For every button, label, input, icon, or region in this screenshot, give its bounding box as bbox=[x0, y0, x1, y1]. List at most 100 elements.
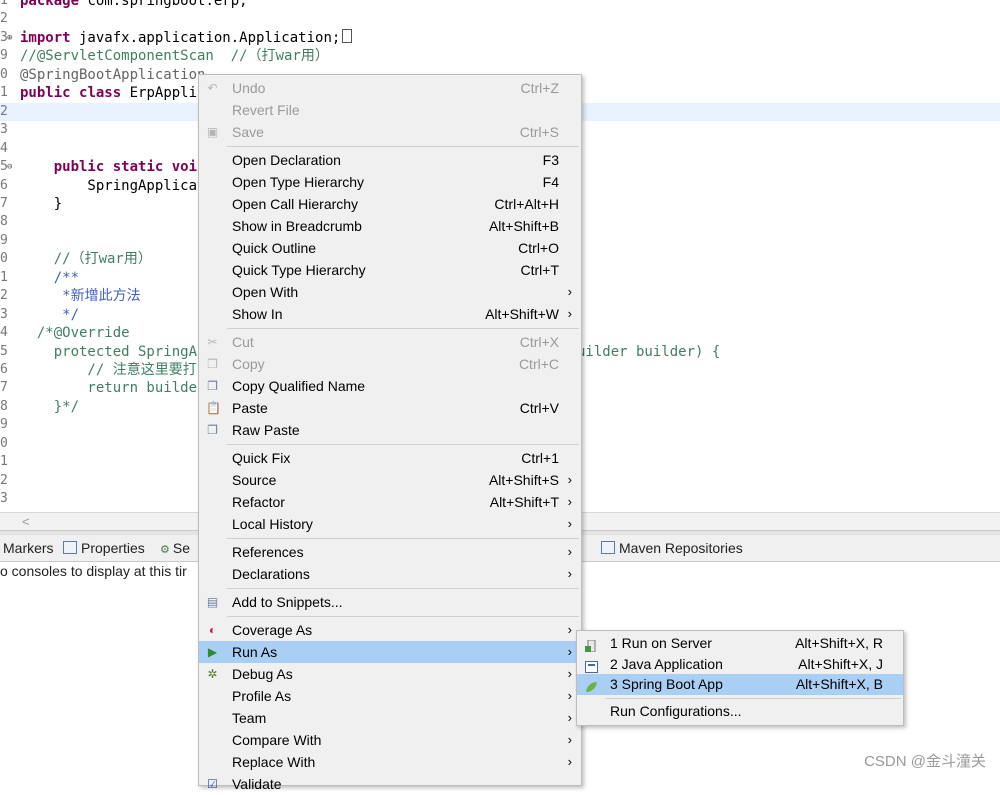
code-text: //（打war用） bbox=[20, 250, 152, 268]
menu-item-compare-with[interactable]: Compare With › bbox=[199, 729, 581, 751]
tab-servers-label: Se bbox=[172, 540, 190, 556]
menu-item-replace-with[interactable]: Replace With › bbox=[199, 751, 581, 773]
tab-properties[interactable]: Properties bbox=[60, 537, 148, 559]
code-token: // 注意这里要打 bbox=[20, 362, 197, 378]
menu-item-label: Compare With bbox=[232, 732, 322, 748]
menu-item-raw-paste[interactable]: ❐ Raw Paste bbox=[199, 419, 581, 441]
code-text: //@ServletComponentScan //（打war用） bbox=[20, 47, 329, 65]
menu-item-shortcut: Ctrl+T bbox=[520, 262, 560, 278]
menu-item-undo[interactable]: ↶ Undo Ctrl+Z bbox=[199, 77, 581, 99]
code-token: package bbox=[20, 0, 80, 9]
menu-item-shortcut: F3 bbox=[542, 152, 559, 168]
menu-item-run-as[interactable]: ▶ Run As › bbox=[199, 641, 581, 663]
line-number: 2 bbox=[0, 103, 8, 119]
tab-servers[interactable]: ⚙ Se bbox=[157, 537, 193, 559]
menu-item-local-history[interactable]: Local History › bbox=[199, 513, 581, 535]
code-text: public static voi bbox=[20, 158, 197, 176]
menu-item-label: Refactor bbox=[232, 494, 285, 510]
line-number: 2 bbox=[0, 472, 8, 488]
code-token: */ bbox=[20, 306, 80, 323]
code-line[interactable]: 9 //@ServletComponentScan //（打war用） bbox=[0, 47, 1000, 65]
menu-separator bbox=[227, 444, 579, 445]
menu-item-team[interactable]: Team › bbox=[199, 707, 581, 729]
menu-item-label: Show in Breadcrumb bbox=[232, 218, 362, 234]
scroll-left-icon[interactable]: < bbox=[22, 513, 30, 530]
submenu-item-3-spring-boot-app[interactable]: 3 Spring Boot App Alt+Shift+X, B bbox=[577, 674, 903, 695]
menu-item-open-declaration[interactable]: Open Declaration F3 bbox=[199, 149, 581, 171]
code-line[interactable]: 1 package com.springboot.erp; bbox=[0, 0, 1000, 10]
chevron-right-icon: › bbox=[567, 472, 572, 487]
cut-icon: ✂ bbox=[207, 335, 218, 349]
tab-maven-repositories[interactable]: Maven Repositories bbox=[598, 537, 746, 559]
menu-item-label: Add to Snippets... bbox=[232, 594, 343, 610]
menu-item-open-call-hierarchy[interactable]: Open Call Hierarchy Ctrl+Alt+H bbox=[199, 193, 581, 215]
menu-item-label: Revert File bbox=[232, 102, 300, 118]
line-number: 0 bbox=[0, 435, 8, 451]
menu-item-label: Replace With bbox=[232, 754, 316, 770]
line-number: 2 bbox=[0, 11, 8, 27]
submenu-item-run-configurations[interactable]: Run Configurations... bbox=[577, 701, 903, 722]
menu-item-save[interactable]: ▣ Save Ctrl+S bbox=[199, 121, 581, 143]
code-text-tail: uilder builder) { bbox=[577, 343, 721, 360]
code-token: javafx.application.Application; bbox=[70, 29, 341, 46]
copy-qualified-name-icon: ❐ bbox=[207, 379, 218, 393]
menu-item-shortcut: Ctrl+1 bbox=[521, 450, 559, 466]
menu-item-coverage-as[interactable]: ◐ Coverage As › bbox=[199, 619, 581, 641]
menu-item-label: Debug As bbox=[232, 666, 293, 682]
menu-item-copy[interactable]: ❐ Copy Ctrl+C bbox=[199, 353, 581, 375]
menu-item-references[interactable]: References › bbox=[199, 541, 581, 563]
undo-icon: ↶ bbox=[207, 81, 218, 95]
folded-import-marker[interactable] bbox=[342, 28, 353, 43]
menu-item-label: Quick Outline bbox=[232, 240, 317, 256]
tab-maven-label: Maven Repositories bbox=[619, 540, 743, 556]
menu-item-validate[interactable]: ☑ Validate bbox=[199, 773, 581, 795]
menu-item-label: Quick Fix bbox=[232, 450, 291, 466]
menu-item-paste[interactable]: 📋 Paste Ctrl+V bbox=[199, 397, 581, 419]
line-number: 4 bbox=[0, 140, 8, 156]
menu-item-quick-fix[interactable]: Quick Fix Ctrl+1 bbox=[199, 447, 581, 469]
menu-item-refactor[interactable]: Refactor Alt+Shift+T › bbox=[199, 491, 581, 513]
menu-item-label: Show In bbox=[232, 306, 283, 322]
menu-item-quick-type-hierarchy[interactable]: Quick Type Hierarchy Ctrl+T bbox=[199, 259, 581, 281]
chevron-right-icon: › bbox=[567, 516, 572, 531]
chevron-right-icon: › bbox=[567, 622, 572, 637]
menu-item-show-in[interactable]: Show In Alt+Shift+W › bbox=[199, 303, 581, 325]
menu-item-shortcut: Alt+Shift+S bbox=[488, 472, 559, 488]
menu-item-profile-as[interactable]: Profile As › bbox=[199, 685, 581, 707]
menu-item-debug-as[interactable]: ✲ Debug As › bbox=[199, 663, 581, 685]
code-line[interactable]: 3 ⊕ import javafx.application.Application; bbox=[0, 28, 1000, 47]
menu-item-open-type-hierarchy[interactable]: Open Type Hierarchy F4 bbox=[199, 171, 581, 193]
line-number: 1 bbox=[0, 0, 8, 8]
line-number: 2 bbox=[0, 288, 8, 304]
fold-toggle-icon[interactable]: ⊖ bbox=[7, 158, 12, 176]
menu-item-copy-qualified-name[interactable]: ❐ Copy Qualified Name bbox=[199, 375, 581, 397]
menu-item-add-to-snippets[interactable]: ▤ Add to Snippets... bbox=[199, 591, 581, 613]
submenu-item-2-java-application[interactable]: 2 Java Application Alt+Shift+X, J bbox=[577, 654, 903, 675]
chevron-right-icon: › bbox=[567, 644, 572, 659]
menu-item-label: Paste bbox=[232, 400, 268, 416]
menu-item-label: Team bbox=[232, 710, 267, 726]
menu-separator bbox=[227, 146, 579, 147]
menu-item-revert-file[interactable]: Revert File bbox=[199, 99, 581, 121]
code-token: protected SpringAp bbox=[20, 343, 206, 360]
snippets-icon: ▤ bbox=[206, 595, 219, 609]
menu-item-cut[interactable]: ✂ Cut Ctrl+X bbox=[199, 331, 581, 353]
menu-item-shortcut: Ctrl+Alt+H bbox=[494, 196, 559, 212]
fold-toggle-icon[interactable]: ⊕ bbox=[7, 29, 12, 47]
code-text: // 注意这里要打 bbox=[20, 361, 197, 379]
code-token: voi bbox=[171, 159, 198, 176]
menu-item-quick-outline[interactable]: Quick Outline Ctrl+O bbox=[199, 237, 581, 259]
line-number: 9 bbox=[0, 417, 8, 433]
code-line[interactable]: 2 bbox=[0, 10, 1000, 28]
servers-icon: ⚙ bbox=[160, 544, 170, 556]
menu-item-label: Quick Type Hierarchy bbox=[232, 262, 366, 278]
menu-item-source[interactable]: Source Alt+Shift+S › bbox=[199, 469, 581, 491]
line-number: 7 bbox=[0, 195, 8, 211]
tab-markers[interactable]: Markers bbox=[0, 537, 57, 559]
submenu-item-1-run-on-server[interactable]: 1 Run on Server Alt+Shift+X, R bbox=[577, 633, 903, 654]
menu-item-show-in-breadcrumb[interactable]: Show in Breadcrumb Alt+Shift+B bbox=[199, 215, 581, 237]
submenu-item-shortcut: Alt+Shift+X, B bbox=[795, 676, 883, 692]
menu-item-open-with[interactable]: Open With › bbox=[199, 281, 581, 303]
menu-item-declarations[interactable]: Declarations › bbox=[199, 563, 581, 585]
